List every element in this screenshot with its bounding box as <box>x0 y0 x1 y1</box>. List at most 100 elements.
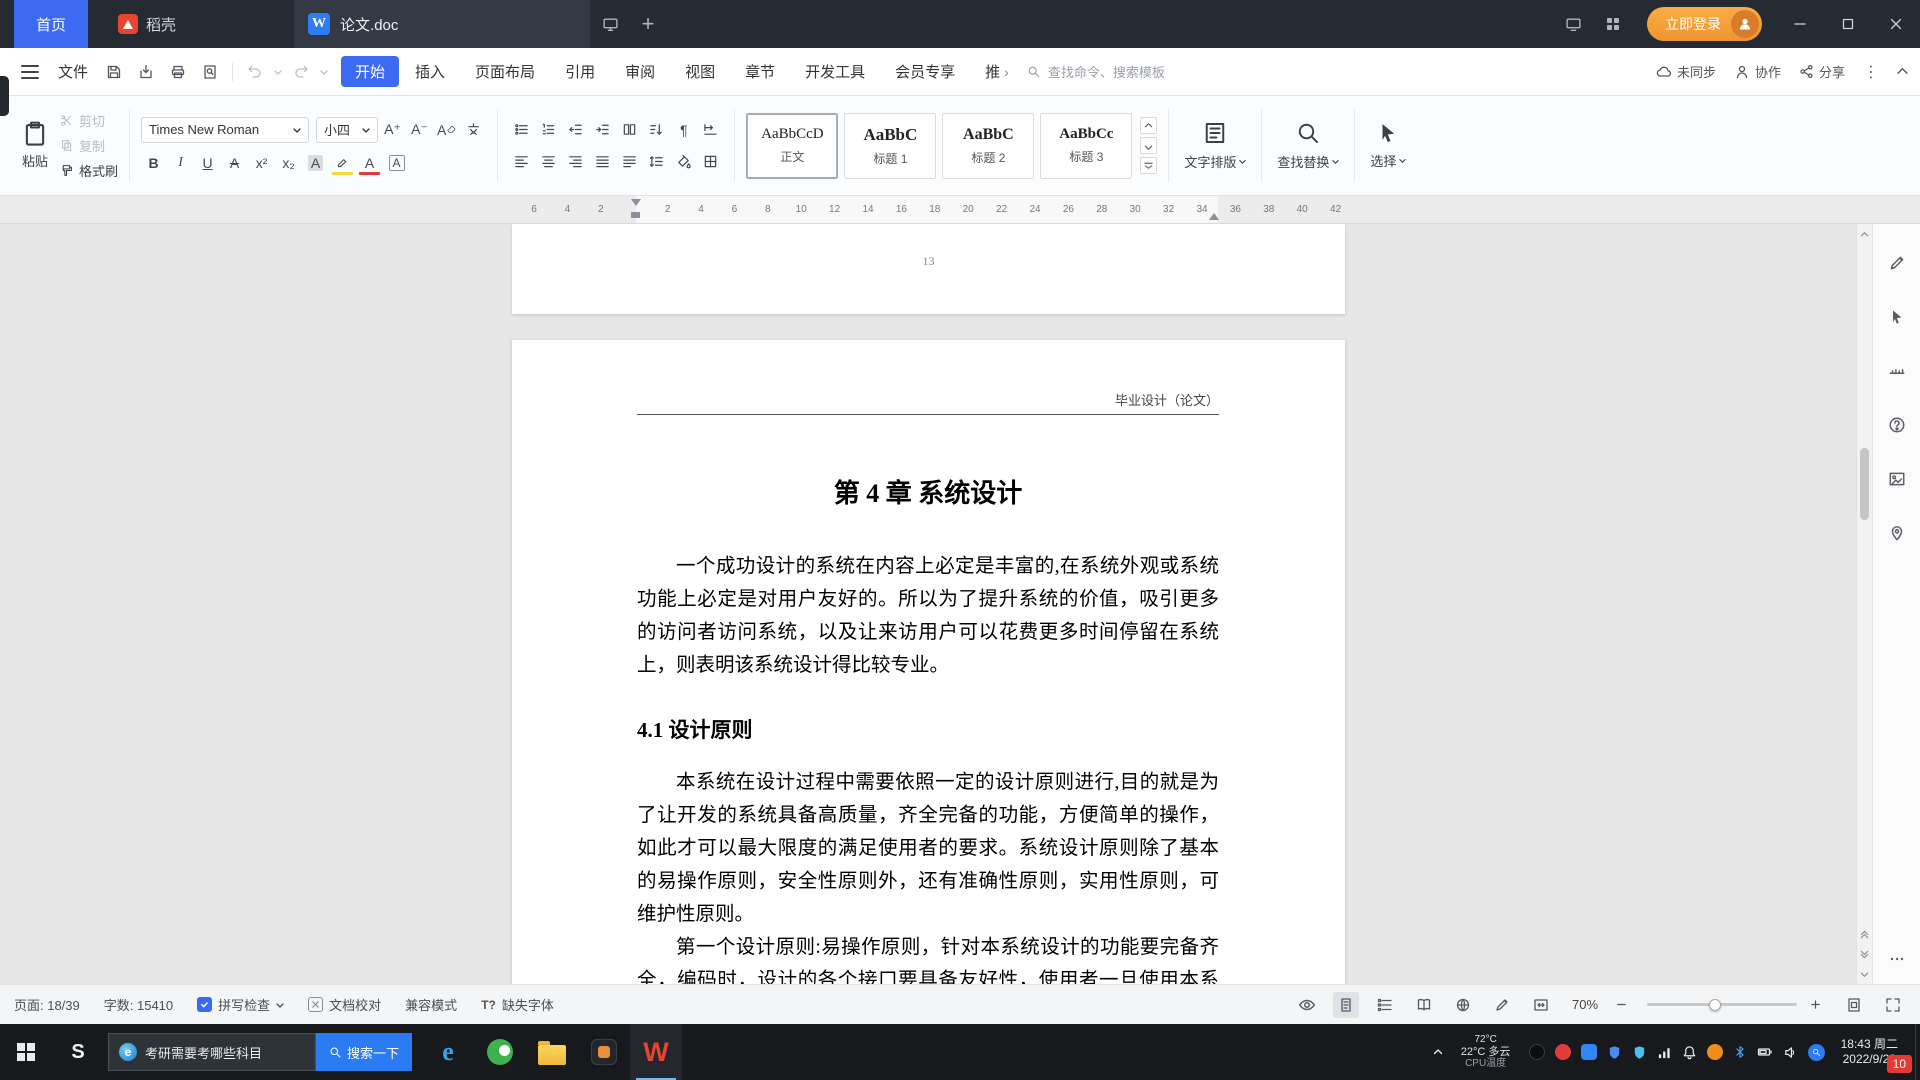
tray-tim-icon[interactable] <box>1580 1044 1597 1060</box>
start-button[interactable] <box>0 1024 52 1080</box>
new-tab-button[interactable]: + <box>630 11 666 37</box>
zoom-in-button[interactable] <box>1810 999 1828 1010</box>
page-view-icon[interactable] <box>1333 991 1359 1018</box>
gallery-up-icon[interactable] <box>1140 117 1158 134</box>
share-button[interactable]: 分享 <box>1799 62 1845 81</box>
zoom-slider-knob[interactable] <box>1708 998 1721 1011</box>
bold-button[interactable]: B <box>141 151 166 175</box>
ink-edit-icon[interactable] <box>1489 992 1515 1018</box>
navigation-icon[interactable] <box>1882 518 1912 548</box>
tray-orange-app-icon[interactable] <box>1706 1044 1723 1060</box>
side-panel-handle[interactable] <box>0 76 9 116</box>
app-dark[interactable] <box>578 1024 630 1080</box>
paste-button[interactable]: 粘贴 <box>14 121 56 170</box>
tab-section[interactable]: 章节 <box>731 56 789 87</box>
text-layout-button[interactable]: 文字排版 <box>1172 101 1258 190</box>
grow-font-button[interactable]: A⁺ <box>380 118 405 142</box>
shading-button[interactable] <box>671 150 696 174</box>
command-search[interactable]: 查找命令、搜索模板 <box>1027 62 1239 81</box>
align-left-button[interactable] <box>509 150 534 174</box>
fit-width-icon[interactable] <box>1528 992 1554 1018</box>
justify-button[interactable] <box>590 150 615 174</box>
superscript-button[interactable]: x² <box>249 151 274 175</box>
app-browser[interactable] <box>474 1024 526 1080</box>
tray-volume-icon[interactable] <box>1783 1045 1798 1060</box>
tab-review[interactable]: 审阅 <box>611 56 669 87</box>
undo-button[interactable] <box>239 57 271 87</box>
tray-signal-icon[interactable] <box>1657 1045 1672 1060</box>
maximize-button[interactable] <box>1824 0 1872 48</box>
tray-red-app-icon[interactable] <box>1554 1044 1571 1060</box>
scroll-down-icon[interactable] <box>1857 964 1872 984</box>
tab-developer[interactable]: 开发工具 <box>791 56 879 87</box>
next-page-icon[interactable] <box>1857 944 1872 964</box>
annotate-pen-icon[interactable] <box>1882 248 1912 278</box>
indent-marker-left[interactable] <box>630 199 641 219</box>
scrollbar-track[interactable] <box>1857 244 1872 924</box>
tab-references[interactable]: 引用 <box>551 56 609 87</box>
fullscreen-icon[interactable] <box>1880 992 1906 1018</box>
gallery-more-icon[interactable] <box>1140 157 1158 174</box>
select-button[interactable]: 选择 <box>1358 101 1418 190</box>
weather-widget[interactable]: 72°C 22°C 多云 CPU温度 <box>1453 1034 1519 1070</box>
tray-bell-icon[interactable] <box>1682 1045 1697 1060</box>
outline-view-icon[interactable] <box>1372 992 1398 1018</box>
zoom-slider[interactable] <box>1647 998 1797 1011</box>
text-direction-button[interactable]: ¶ <box>671 118 696 142</box>
tab-home[interactable]: 开始 <box>341 56 400 87</box>
subscript-button[interactable]: x₂ <box>276 151 301 175</box>
tray-shield-icon[interactable] <box>1607 1045 1622 1060</box>
home-tab[interactable]: 首页 <box>14 0 89 48</box>
tray-bluetooth-icon[interactable] <box>1733 1045 1747 1059</box>
font-color-button[interactable]: A <box>357 151 382 175</box>
book-view-icon[interactable] <box>1411 992 1437 1018</box>
page-indicator[interactable]: 页面: 18/39 <box>14 995 80 1014</box>
tray-battery-icon[interactable] <box>1757 1044 1773 1060</box>
align-center-button[interactable] <box>536 150 561 174</box>
tab-page-layout[interactable]: 页面布局 <box>461 56 549 87</box>
columns-button[interactable] <box>617 118 642 142</box>
line-spacing-button[interactable] <box>644 150 669 174</box>
highlight-color-button[interactable] <box>330 151 355 175</box>
previous-page-icon[interactable] <box>1857 924 1872 944</box>
cast-screen-icon[interactable] <box>590 0 630 48</box>
login-button[interactable]: 立即登录 <box>1647 7 1762 41</box>
tab-recommend[interactable]: 推 <box>971 56 1000 87</box>
document-canvas[interactable]: 13 毕业设计（论文） 第 4 章 系统设计 一个成功设计的系统在内容上必定是丰… <box>0 224 1856 984</box>
align-right-button[interactable] <box>563 150 588 174</box>
tab-stop-button[interactable] <box>698 118 723 142</box>
ruler-tool-icon[interactable] <box>1882 356 1912 386</box>
more-menu-icon[interactable]: ⋮ <box>1863 62 1879 82</box>
gallery-down-icon[interactable] <box>1140 137 1158 154</box>
eye-protect-icon[interactable] <box>1294 992 1320 1018</box>
word-count[interactable]: 字数: 15410 <box>104 995 173 1014</box>
web-view-icon[interactable] <box>1450 992 1476 1018</box>
close-button[interactable] <box>1872 0 1920 48</box>
format-painter-button[interactable]: 格式刷 <box>60 161 118 180</box>
help-icon[interactable] <box>1882 410 1912 440</box>
screenshot-icon[interactable] <box>1882 464 1912 494</box>
more-tools-icon[interactable] <box>1882 944 1912 974</box>
collapse-ribbon-icon[interactable] <box>1897 66 1908 77</box>
numbered-list-button[interactable] <box>536 118 561 142</box>
taskbar-search-box[interactable]: e 考研需要考哪些科目 <box>108 1033 316 1071</box>
char-shading-button[interactable]: A <box>303 151 328 175</box>
sync-status[interactable]: 未同步 <box>1656 62 1716 81</box>
italic-button[interactable]: I <box>168 151 193 175</box>
scroll-up-icon[interactable] <box>1857 224 1872 244</box>
spell-check-toggle[interactable]: 拼写检查 <box>197 995 284 1014</box>
print-button[interactable] <box>162 57 194 87</box>
copy-button[interactable]: 复制 <box>60 136 118 155</box>
main-menu-icon[interactable] <box>12 56 48 88</box>
scrollbar-thumb[interactable] <box>1860 448 1869 520</box>
collaborate-button[interactable]: 协作 <box>1734 62 1781 81</box>
doc-proof-button[interactable]: 文档校对 <box>308 995 381 1014</box>
tab-view[interactable]: 视图 <box>671 56 729 87</box>
pinyin-guide-button[interactable] <box>461 118 486 142</box>
undo-dropdown-icon[interactable] <box>271 57 285 87</box>
export-pdf-button[interactable] <box>130 57 162 87</box>
shrink-font-button[interactable]: A⁻ <box>407 118 432 142</box>
tray-search-icon[interactable] <box>1807 1043 1825 1061</box>
borders-button[interactable] <box>698 150 723 174</box>
tab-insert[interactable]: 插入 <box>401 56 459 87</box>
